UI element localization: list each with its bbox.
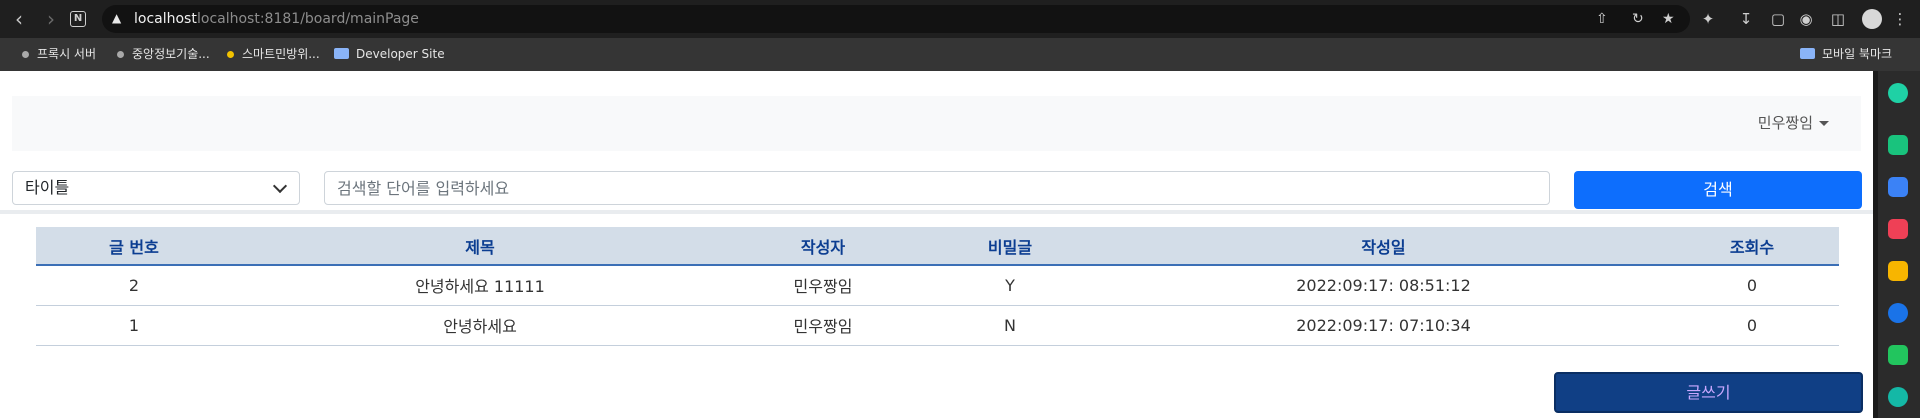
address-url: localhost:8181/board/mainPage [197,11,419,27]
browser-toolbar: ‹ › N ▲ localhost localhost:8181/board/m… [0,0,1920,38]
bookmark-label: 모바일 북마크 [1822,47,1893,61]
cell-no: 2 [36,265,232,306]
briefcase-app-icon[interactable] [1888,177,1908,197]
search-button[interactable]: 검색 [1574,171,1862,209]
cell-author: 민우짱임 [728,265,918,306]
bookmark-proxy[interactable]: 프록시 서버 [22,42,96,66]
bookmark-central-info[interactable]: 중앙정보기술... [117,42,210,66]
user-dropdown[interactable]: 민우짱임 [1758,96,1829,151]
folder-icon [1800,48,1815,59]
forward-icon[interactable]: › [38,6,64,32]
user-name: 민우짱임 [1757,114,1813,132]
edge-app-icon[interactable] [1888,303,1908,323]
sidepanel-app-icon[interactable] [1888,83,1908,103]
cell-date: 2022:09:17: 08:51:12 [1102,265,1665,306]
notification-app-icon[interactable] [1888,135,1908,155]
pocket-app-icon[interactable] [1888,219,1908,239]
write-post-button[interactable]: 글쓰기 [1554,372,1863,413]
column-header-title: 제목 [232,227,728,266]
table-row[interactable]: 1 안녕하세요 민우짱임 N 2022:09:17: 07:10:34 0 [36,305,1839,346]
cell-secret: N [918,305,1102,346]
caret-down-icon [1819,121,1829,126]
cell-secret: Y [918,265,1102,306]
column-header-author: 작성자 [728,227,918,266]
back-icon[interactable]: ‹ [6,6,32,32]
bookmark-dot-icon [117,51,124,58]
profile-avatar[interactable] [1862,9,1882,29]
column-header-date: 작성일 [1102,227,1665,266]
screenshot-icon[interactable]: ◉ [1796,9,1816,29]
address-bar[interactable]: ▲ localhost localhost:8181/board/mainPag… [102,5,1690,33]
divider [0,210,1873,214]
menu-icon[interactable]: ⋮ [1890,9,1910,29]
green-app-icon[interactable] [1888,345,1908,365]
navbar: 민우짱임 [12,96,1861,151]
bookmark-label: Developer Site [356,47,445,61]
search-input[interactable] [324,171,1550,205]
cell-no: 1 [36,305,232,346]
bookmark-dot-icon [22,51,29,58]
column-header-views: 조회수 [1665,227,1839,266]
column-header-no: 글 번호 [36,227,232,266]
table-row[interactable]: 2 안녕하세요 11111 민우짱임 Y 2022:09:17: 08:51:1… [36,265,1839,306]
cell-title-link[interactable]: 안녕하세요 [232,305,728,346]
media-icon[interactable]: ▢ [1768,9,1788,29]
bookmark-mobile[interactable]: 모바일 북마크 [1800,42,1892,66]
star-app-icon[interactable] [1888,261,1908,281]
extensions-icon[interactable]: ✦ [1698,9,1718,29]
browser-side-panel [1873,71,1920,418]
notion-extension-icon[interactable]: N [70,11,86,27]
bookmark-label: 중앙정보기술... [132,47,210,61]
search-category-value: 타이틀 [25,178,70,197]
play-app-icon[interactable] [1888,387,1908,407]
cell-title-link[interactable]: 안녕하세요 11111 [232,265,728,306]
column-header-secret: 비밀글 [918,227,1102,266]
reload-icon[interactable]: ↻ [1632,5,1644,33]
cell-date: 2022:09:17: 07:10:34 [1102,305,1665,346]
search-category-select[interactable]: 타이틀 [12,171,300,205]
table-header-row: 글 번호 제목 작성자 비밀글 작성일 조회수 [36,227,1839,266]
bookmark-developer-site[interactable]: Developer Site [334,42,445,66]
browser-chrome: ‹ › N ▲ localhost localhost:8181/board/m… [0,0,1920,71]
cell-author: 민우짱임 [728,305,918,346]
board-page: 민우짱임 타이틀 검색 글 번호 제목 작성자 비밀글 작성일 조회수 2 안녕… [0,71,1873,418]
bookmark-dot-icon [227,51,234,58]
bookmark-label: 스마트민방위... [242,47,320,61]
address-host: localhost [134,11,197,27]
cell-views: 0 [1665,265,1839,306]
side-panel-strip [1873,71,1878,418]
not-secure-icon[interactable]: ▲ [112,11,126,25]
chevron-down-icon [272,178,288,194]
bookmarks-bar: 프록시 서버 중앙정보기술... 스마트민방위... Developer Sit… [0,42,1920,66]
download-icon[interactable]: ↧ [1736,9,1756,29]
bookmark-smart-civil[interactable]: 스마트민방위... [227,42,320,66]
bookmark-label: 프록시 서버 [37,47,97,61]
folder-icon [334,48,349,59]
bookmark-star-icon[interactable]: ★ [1662,5,1675,33]
board-table: 글 번호 제목 작성자 비밀글 작성일 조회수 2 안녕하세요 11111 민우… [36,227,1839,346]
cell-views: 0 [1665,305,1839,346]
share-icon[interactable]: ⇧ [1596,5,1608,33]
side-panel-icon[interactable]: ◫ [1828,9,1848,29]
